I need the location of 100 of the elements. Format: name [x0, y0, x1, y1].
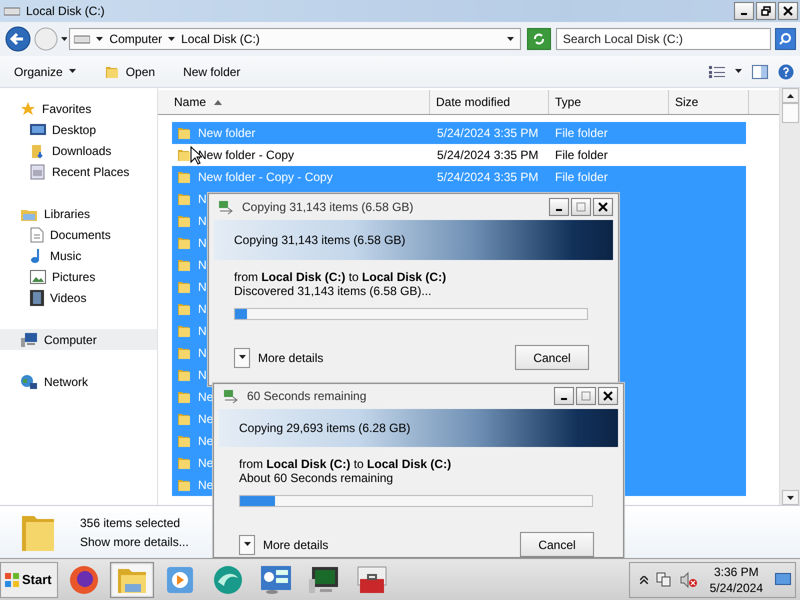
picture-icon — [30, 270, 46, 284]
muted-speaker-icon[interactable] — [680, 572, 698, 588]
view-options-icon[interactable] — [709, 66, 725, 78]
toolbox-icon[interactable] — [356, 564, 388, 594]
column-header[interactable]: Size — [669, 90, 749, 114]
preview-pane-icon[interactable] — [752, 64, 768, 78]
sidebar-item[interactable]: Pictures — [0, 266, 157, 287]
column-label: Date modified — [436, 95, 510, 109]
expand-button[interactable] — [234, 348, 250, 368]
caret-icon[interactable] — [68, 69, 76, 74]
scroll-down-button[interactable] — [782, 490, 798, 505]
folder-icon — [176, 455, 192, 471]
control-panel-icon[interactable] — [260, 564, 292, 594]
folder-icon — [176, 191, 192, 207]
sidebar-item[interactable]: Documents — [0, 224, 157, 245]
copy-route: from Local Disk (C:) to Local Disk (C:) — [239, 457, 452, 471]
dialog-heading: Copying 29,693 items (6.28 GB) — [239, 420, 410, 435]
folder-icon — [176, 323, 192, 339]
refresh-button[interactable] — [527, 28, 551, 50]
breadcrumb-caret-icon[interactable] — [96, 36, 104, 42]
help-icon[interactable] — [778, 64, 794, 80]
minimize-button[interactable] — [734, 2, 754, 20]
minimize-button[interactable] — [549, 198, 569, 216]
search-field[interactable]: Search Local Disk (C:) — [556, 28, 771, 50]
dialog-title: Copying 31,143 items (6.58 GB) — [242, 200, 414, 214]
folder-icon — [176, 301, 192, 317]
new-folder-button[interactable]: New folder — [177, 62, 246, 82]
breadcrumb[interactable]: Local Disk (C:) — [181, 32, 260, 46]
column-label: Size — [675, 95, 698, 109]
show-details-link[interactable]: Show more details... — [80, 534, 189, 548]
back-button[interactable] — [4, 25, 32, 53]
organize-button[interactable]: Organize — [8, 62, 82, 82]
view-caret-icon[interactable] — [735, 69, 742, 74]
scrollbar-thumb[interactable] — [782, 103, 798, 123]
file-name: N — [198, 368, 207, 382]
sidebar-item[interactable]: Network — [0, 371, 157, 392]
close-button[interactable] — [593, 198, 613, 216]
date-cell-text: 5/24/2024 3:35 PM — [436, 126, 540, 140]
show-hidden-icons-button[interactable] — [640, 576, 648, 584]
sidebar-item[interactable]: Computer — [0, 329, 157, 350]
more-details-link[interactable]: More details — [258, 350, 324, 364]
sidebar-item[interactable]: Desktop — [0, 119, 157, 140]
start-button[interactable]: Start — [0, 562, 58, 598]
computer-icon — [20, 332, 38, 348]
expand-button[interactable] — [239, 534, 255, 554]
folder-icon — [176, 389, 192, 405]
folder-icon — [176, 125, 192, 141]
file-name: N — [198, 258, 207, 272]
search-button[interactable] — [774, 28, 796, 50]
column-header[interactable]: Date modified — [430, 90, 549, 114]
restore-button[interactable] — [756, 2, 776, 20]
file-name: N — [198, 280, 207, 294]
sidebar-item[interactable]: Recent Places — [0, 161, 157, 182]
breadcrumb[interactable]: Computer — [109, 32, 162, 46]
sidebar-item[interactable]: Videos — [0, 287, 157, 308]
address-bar[interactable]: Computer Local Disk (C:) — [69, 28, 522, 50]
copy-status: About 60 Seconds remaining — [239, 471, 394, 485]
swirl-app-icon[interactable] — [212, 564, 244, 596]
cancel-button[interactable]: Cancel — [515, 345, 589, 370]
window-title: Local Disk (C:) — [26, 4, 106, 18]
open-button[interactable]: Open — [98, 60, 162, 82]
close-button[interactable] — [778, 2, 798, 20]
sidebar-item[interactable]: Libraries — [0, 203, 157, 224]
maximize-button[interactable] — [571, 198, 591, 216]
maximize-button[interactable] — [576, 387, 596, 406]
column-label: Name — [174, 95, 206, 109]
down-arrow-icon — [786, 496, 794, 500]
media-player-icon[interactable] — [166, 566, 194, 594]
folder-icon — [176, 411, 192, 427]
minimize-button[interactable] — [554, 387, 574, 406]
address-caret-icon[interactable] — [507, 36, 514, 42]
sidebar-item[interactable]: Music — [0, 245, 157, 266]
folder-icon — [176, 433, 192, 449]
show-desktop-button[interactable] — [775, 572, 791, 586]
firefox-icon[interactable] — [68, 564, 100, 596]
copy-status: Discovered 31,143 items (6.58 GB)... — [234, 284, 432, 298]
column-header[interactable]: Name — [158, 90, 430, 114]
clock-date: 5/24/2024 — [710, 580, 763, 594]
type-cell-text: File folder — [554, 126, 609, 140]
file-name: Ne — [198, 478, 214, 492]
cancel-button[interactable]: Cancel — [520, 532, 594, 557]
column-header[interactable]: Type — [549, 90, 669, 114]
history-caret-icon[interactable] — [60, 36, 68, 42]
caret-icon — [244, 542, 250, 547]
maximize-icon — [581, 391, 591, 402]
sidebar-item[interactable]: Favorites — [0, 98, 157, 119]
file-name: N — [198, 346, 207, 360]
windows-logo-icon — [4, 572, 20, 588]
file-name: N — [198, 302, 207, 316]
network-icon[interactable] — [656, 572, 672, 588]
folder-icon — [176, 213, 192, 229]
drive-icon — [74, 34, 90, 44]
monitor-icon[interactable] — [308, 564, 340, 594]
scroll-up-button[interactable] — [782, 88, 798, 103]
breadcrumb-caret-icon[interactable] — [168, 36, 176, 42]
file-name: Ne — [198, 456, 214, 470]
file-name: N — [198, 236, 207, 250]
more-details-link[interactable]: More details — [263, 538, 328, 552]
sidebar-item[interactable]: Downloads — [0, 140, 157, 161]
close-button[interactable] — [598, 387, 618, 406]
